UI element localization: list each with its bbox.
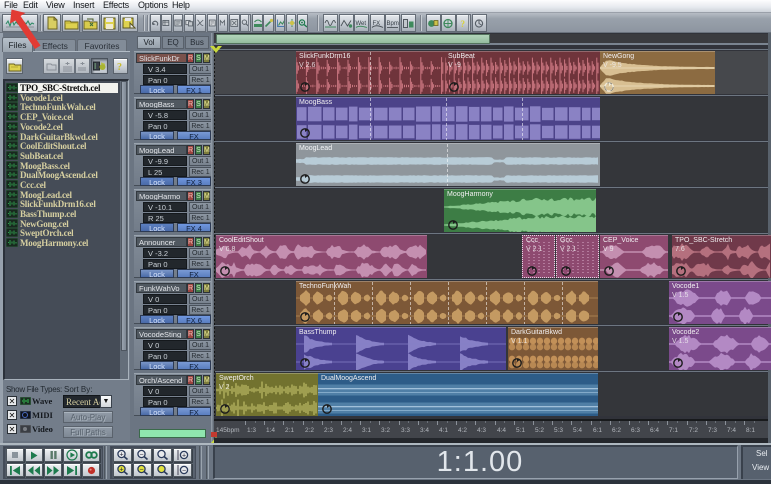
- svg-text:−: −: [140, 452, 144, 459]
- svg-text:?: ?: [117, 62, 122, 72]
- svg-text:+: +: [120, 467, 124, 474]
- svg-text:+: +: [182, 453, 186, 460]
- svg-text:?: ?: [461, 19, 466, 29]
- svg-text:−: −: [140, 467, 144, 474]
- svg-text:Bpm: Bpm: [387, 21, 399, 27]
- svg-text:+: +: [120, 452, 124, 459]
- svg-text:−: −: [182, 468, 186, 475]
